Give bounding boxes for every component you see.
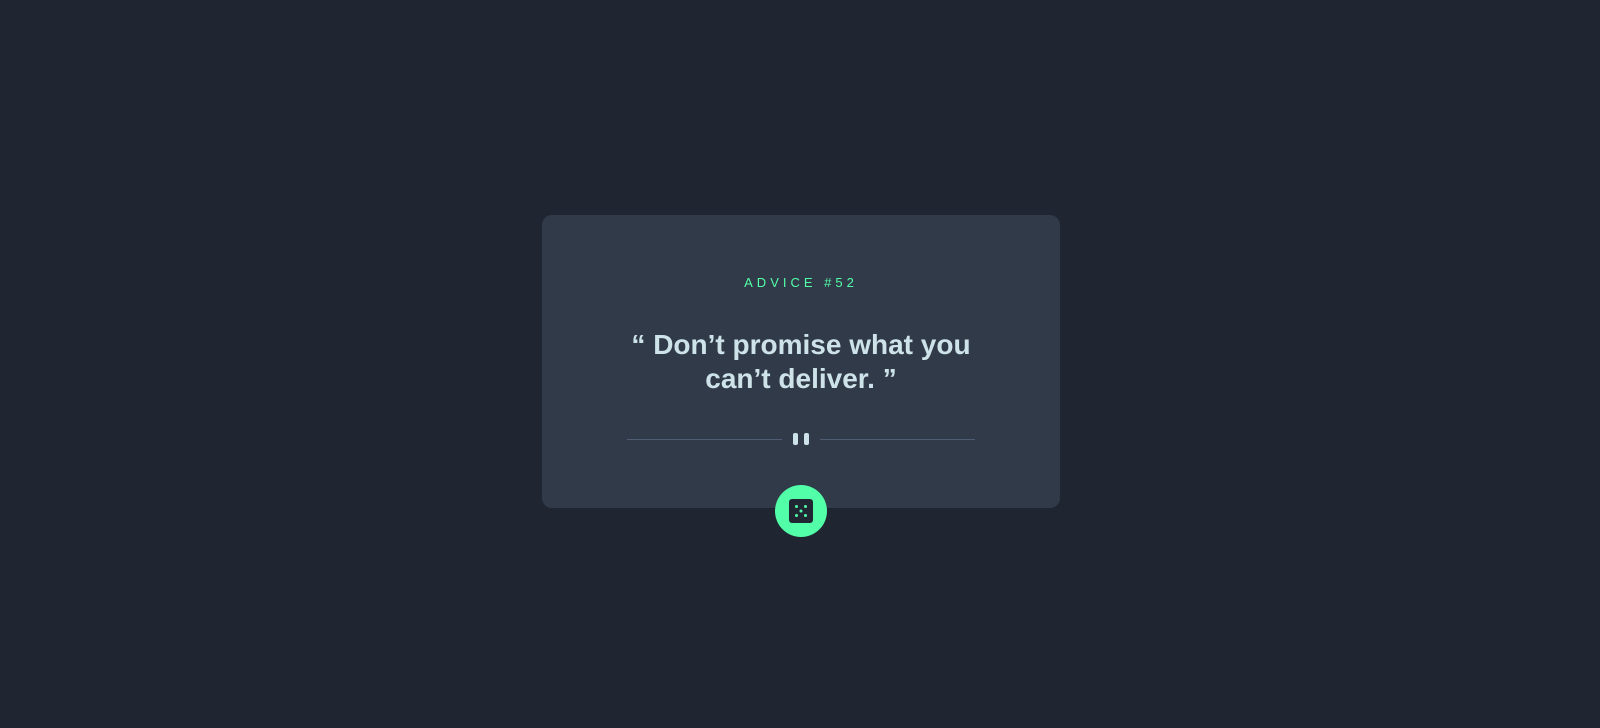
advice-quote: “ Don’t promise what you can’t deliver. … xyxy=(631,329,971,394)
advice-card: ADVICE #52 “ Don’t promise what you can’… xyxy=(542,215,1060,508)
pattern-divider xyxy=(627,433,975,445)
divider-line-right xyxy=(820,439,975,440)
new-advice-button[interactable] xyxy=(775,485,827,537)
advice-id-label: ADVICE #52 xyxy=(744,275,858,290)
pause-icon xyxy=(793,433,809,445)
divider-line-left xyxy=(627,439,782,440)
dice-icon xyxy=(789,499,813,523)
